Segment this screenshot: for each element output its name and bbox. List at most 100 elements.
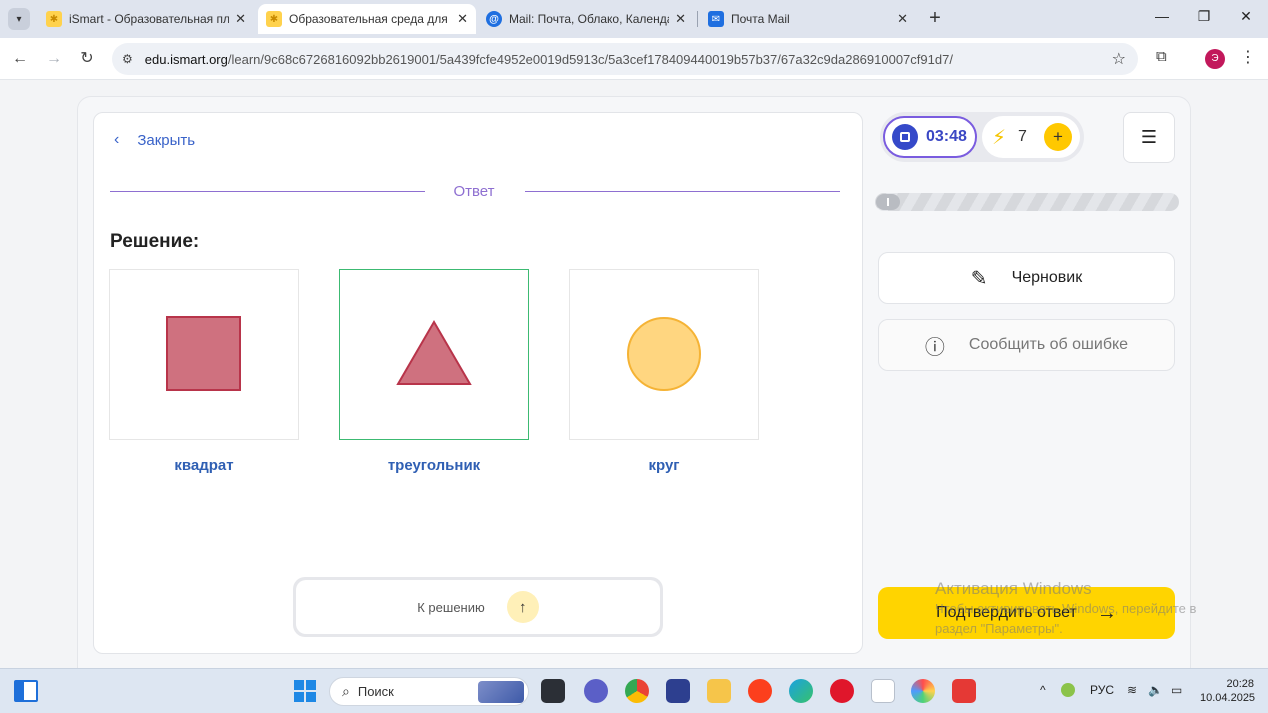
colorful-app-icon[interactable] <box>911 679 935 703</box>
battery-icon[interactable]: ▭ <box>1171 683 1182 697</box>
exclamation-circle-icon: ⓘ <box>924 336 945 359</box>
browser-tab-active[interactable]: ✱ Образовательная среда для с ✕ <box>258 4 476 34</box>
tab-separator <box>697 11 698 27</box>
new-tab-button[interactable]: + <box>925 6 945 30</box>
option-label-circle: круг <box>648 457 680 474</box>
clock[interactable]: 20:28 10.04.2025 <box>1200 677 1256 705</box>
ismart-favicon-icon: ✱ <box>266 11 282 27</box>
submit-answer-label: Подтвердить ответ <box>936 604 1077 621</box>
close-icon[interactable]: ✕ <box>457 11 468 27</box>
minimize-icon[interactable]: — <box>1152 8 1172 24</box>
volume-icon[interactable]: 🔈 <box>1148 683 1163 697</box>
search-icon: ⌕ <box>342 683 350 699</box>
ismart-favicon-icon: ✱ <box>46 11 62 27</box>
task-card: ‹ Закрыть Ответ Решение: квадрат треугол… <box>93 112 863 654</box>
energy-value: 7 <box>1018 128 1027 145</box>
search-label: Поиск <box>357 684 394 699</box>
widgets-icon[interactable] <box>14 680 38 702</box>
tab-title: Образовательная среда для с <box>289 12 452 26</box>
task-view-icon[interactable] <box>541 679 565 703</box>
clock-date: 10.04.2025 <box>1200 692 1256 704</box>
arrow-right-icon: → <box>1096 601 1117 624</box>
tab-title: iSmart - Образовательная пла <box>69 12 230 26</box>
circle-shape <box>627 317 701 391</box>
submit-answer-button[interactable]: Подтвердить ответ → <box>878 587 1175 639</box>
option-card-circle[interactable] <box>569 269 759 440</box>
draft-button[interactable]: ✎ Черновик <box>878 252 1175 304</box>
window-close-icon[interactable]: ✕ <box>1236 8 1256 25</box>
tray-app-icon[interactable] <box>1061 683 1075 697</box>
lightning-icon: ⚡ <box>992 126 1007 149</box>
profile-avatar[interactable]: Э <box>1205 49 1225 69</box>
page: ‹ Закрыть Ответ Решение: квадрат треугол… <box>0 81 1268 668</box>
close-icon[interactable]: ✕ <box>675 11 686 27</box>
list-menu-icon: ☰ <box>1140 127 1158 147</box>
extensions-puzzle-icon[interactable]: ⧉ <box>1156 48 1167 65</box>
back-arrow-icon[interactable]: ← <box>9 48 31 70</box>
language-indicator[interactable]: РУС <box>1090 683 1114 697</box>
solution-title: Решение: <box>110 231 200 252</box>
site-settings-icon[interactable]: ⚙ <box>122 52 133 66</box>
browser-menu-icon[interactable]: ⋮ <box>1240 47 1256 67</box>
chevron-up-icon[interactable]: ^ <box>1040 683 1046 697</box>
windows-start-icon[interactable] <box>294 680 316 702</box>
option-card-square[interactable] <box>109 269 299 440</box>
energy-counter: ⚡ 7 + <box>982 116 1080 158</box>
stop-icon <box>892 124 918 150</box>
browser-tab-mail[interactable]: @ Mail: Почта, Облако, Календар ✕ <box>478 4 694 34</box>
option-card-triangle[interactable] <box>339 269 529 440</box>
chat-app-icon[interactable] <box>584 679 608 703</box>
vivaldi-icon[interactable] <box>952 679 976 703</box>
tab-title: Mail: Почта, Облако, Календар <box>509 12 670 26</box>
browser-toolbar: ← → ↻ ⚙ edu.ismart.org/learn/9c68c672681… <box>0 38 1268 80</box>
close-icon[interactable]: ✕ <box>897 11 908 27</box>
document-icon[interactable] <box>871 679 895 703</box>
option-label-square: квадрат <box>174 457 234 474</box>
answer-divider-label: Ответ <box>453 183 495 200</box>
browser-tab-mail-2[interactable]: ✉ Почта Mail ✕ <box>700 4 916 34</box>
close-label: Закрыть <box>137 131 196 149</box>
close-icon[interactable]: ✕ <box>235 11 246 27</box>
edge-icon[interactable] <box>789 679 813 703</box>
taskbar: ⌕ Поиск ^ РУС ≋ 🔈 ▭ 20:28 10.04.2025 <box>0 668 1268 713</box>
report-error-label: Сообщить об ошибке <box>968 336 1129 353</box>
option-label-triangle: треугольник <box>387 457 481 474</box>
browser-tab-ismart[interactable]: ✱ iSmart - Образовательная пла ✕ <box>38 4 254 34</box>
mail-favicon-icon: ✉ <box>708 11 724 27</box>
save-app-icon[interactable] <box>666 679 690 703</box>
chevron-left-icon: ‹ <box>114 131 120 148</box>
address-bar[interactable]: ⚙ edu.ismart.org/learn/9c68c6726816092bb… <box>112 43 1138 75</box>
yandex-browser-icon[interactable] <box>748 679 772 703</box>
opera-icon[interactable] <box>830 679 854 703</box>
square-shape <box>166 316 241 391</box>
timer-value: 03:48 <box>926 128 967 145</box>
add-energy-button[interactable]: + <box>1044 123 1072 151</box>
close-link[interactable]: ‹ Закрыть <box>114 131 195 149</box>
report-error-button[interactable]: ⓘ Сообщить об ошибке <box>878 319 1175 371</box>
bookmark-star-icon[interactable]: ☆ <box>1112 49 1126 69</box>
status-pill: 03:48 ⚡ 7 + <box>880 112 1084 162</box>
clock-time: 20:28 <box>1226 678 1254 690</box>
restore-icon[interactable]: ❐ <box>1194 8 1214 25</box>
timer[interactable]: 03:48 <box>883 116 977 158</box>
file-explorer-icon[interactable] <box>707 679 731 703</box>
triangle-shape <box>396 320 472 385</box>
task-menu-button[interactable]: ☰ <box>1123 112 1175 163</box>
wifi-icon[interactable]: ≋ <box>1127 683 1137 697</box>
pencil-icon: ✎ <box>970 267 988 290</box>
progress-knob <box>876 194 900 210</box>
reload-icon[interactable]: ↻ <box>76 48 98 70</box>
divider-line-right <box>525 191 840 192</box>
search-highlight-image <box>478 681 524 703</box>
chrome-icon[interactable] <box>625 679 649 703</box>
progress-bar <box>875 193 1179 211</box>
to-solution-button[interactable]: К решению ↑ <box>293 577 663 637</box>
url-text: edu.ismart.org/learn/9c68c6726816092bb26… <box>144 51 953 67</box>
arrow-up-icon: ↑ <box>506 591 539 623</box>
draft-label: Черновик <box>1011 269 1083 286</box>
forward-arrow-icon[interactable]: → <box>43 48 65 70</box>
tab-search-button[interactable]: ▾ <box>8 8 30 30</box>
divider-line-left <box>110 191 425 192</box>
taskbar-search[interactable]: ⌕ Поиск <box>329 677 529 706</box>
browser-tab-bar: ▾ ✱ iSmart - Образовательная пла ✕ ✱ Обр… <box>0 0 1268 38</box>
